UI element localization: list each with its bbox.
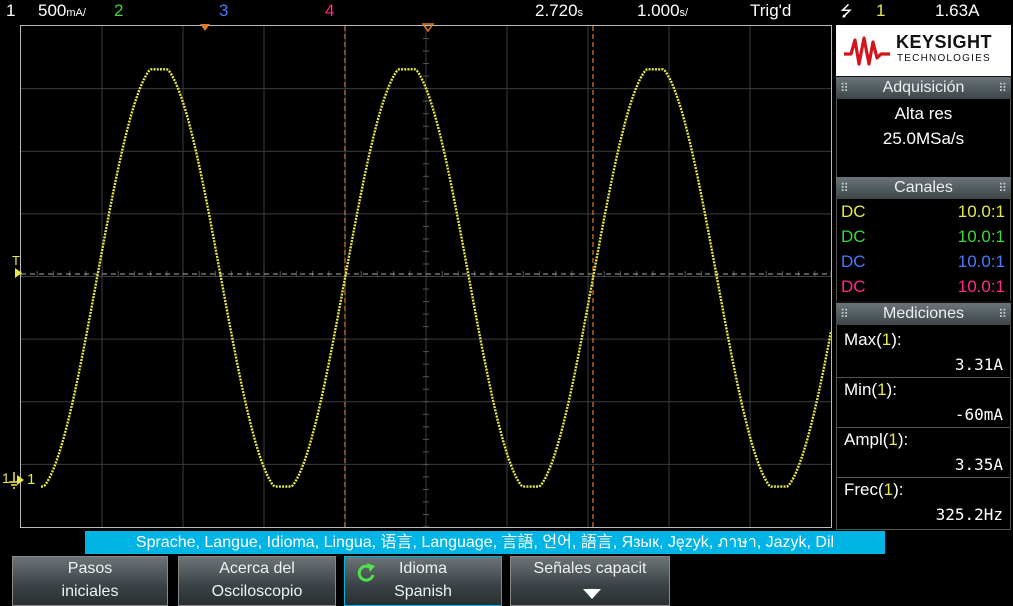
grip-icon: ⠿: [998, 181, 1007, 195]
ch1-probe: 10.0:1: [957, 202, 1005, 221]
softkey-label: Pasos: [67, 560, 113, 577]
channels-box: DC 10.0:1 DC 10.0:1 DC 10.0:1 DC 10.0:1: [836, 199, 1011, 301]
waveform-canvas: [21, 26, 831, 527]
ch3-probe: 10.0:1: [957, 252, 1005, 271]
softkey-label: Spanish: [394, 583, 452, 600]
softkey-getting-started[interactable]: Pasos iniciales: [12, 556, 168, 606]
measurements-box: Max(1): 3.31A Min(1): -60mA Ampl(1): 3.3…: [836, 325, 1011, 530]
softkey-label: Osciloscopio: [211, 583, 303, 600]
ch1-coupling: DC: [841, 202, 866, 221]
measurement-label-freq: Frec(1):: [844, 480, 904, 499]
sample-rate: 25.0MSa/s: [882, 129, 965, 148]
softkey-about-oscilloscope[interactable]: Acerca del Osciloscopio: [178, 556, 336, 606]
trigger-level-arrow-icon[interactable]: [14, 267, 24, 279]
graticule: [21, 26, 831, 527]
trigger-source[interactable]: 1: [876, 1, 885, 21]
softkey-label: Señales capacit: [533, 560, 647, 577]
time-reference-marker[interactable]: [418, 22, 438, 34]
ch4-coupling: DC: [841, 277, 866, 296]
measurement-label-max: Max(1):: [844, 330, 902, 349]
acquisition-header[interactable]: ⠿ Adquisición ⠿: [836, 77, 1011, 99]
measurement-value-max: 3.31A: [954, 355, 1003, 374]
trigger-edge-icon: ⭍: [840, 3, 853, 20]
language-banner: Sprache, Langue, Idioma, Lingua, 语言, Lan…: [85, 531, 885, 554]
channels-header[interactable]: ⠿ Canales ⠿: [836, 177, 1011, 199]
trigger-level[interactable]: 1.63A: [935, 1, 979, 21]
trigger-level-label: T: [12, 253, 20, 268]
brand-subtitle: TECHNOLOGIES: [897, 53, 991, 64]
timebase-unit: s/: [679, 7, 689, 19]
softkey-label: Acerca del: [219, 560, 295, 577]
grip-icon: ⠿: [998, 81, 1007, 95]
grip-icon: ⠿: [840, 181, 849, 195]
keysight-wave-icon: [844, 36, 890, 66]
ch2-coupling: DC: [841, 227, 866, 246]
ch4-number[interactable]: 4: [325, 1, 334, 21]
status-bar: 1 500mA/ 2 3 4 2.720s 1.000s/ Trig'd ⭍ 1…: [0, 0, 1013, 24]
ch1-number[interactable]: 1: [6, 1, 15, 21]
measurement-value-freq: 325.2Hz: [935, 505, 1003, 524]
measurement-label-ampl: Ampl(1):: [844, 430, 909, 449]
grip-icon: ⠿: [840, 81, 849, 95]
grip-icon: ⠿: [840, 307, 849, 321]
ch1-scale-unit: mA/: [66, 7, 86, 19]
measurement-value-min: -60mA: [954, 405, 1003, 424]
delay-unit: s: [577, 7, 584, 19]
trigger-status: Trig'd: [750, 1, 792, 20]
horizontal-delay[interactable]: 2.720s: [535, 1, 583, 21]
acquisition-mode: Alta res: [894, 104, 953, 123]
ch1-waveform: [41, 68, 831, 488]
timebase-value: 1.000: [637, 1, 680, 20]
softkey-training-signals[interactable]: Señales capacit: [510, 556, 670, 606]
channels-title: Canales: [894, 179, 953, 196]
ch1-scale-value: 500: [38, 1, 67, 20]
softkey-label: iniciales: [61, 583, 119, 600]
grip-icon: ⠿: [998, 307, 1007, 321]
measurement-label-min: Min(1):: [844, 380, 897, 399]
timebase[interactable]: 1.000s/: [637, 1, 688, 21]
ch3-number[interactable]: 3: [219, 1, 228, 21]
trigger-position-marker[interactable]: [195, 22, 215, 34]
delay-value: 2.720: [535, 1, 578, 20]
measurements-title: Mediciones: [883, 305, 964, 322]
acquisition-title: Adquisición: [882, 79, 965, 96]
measurements-header[interactable]: ⠿ Mediciones ⠿: [836, 303, 1011, 325]
down-arrow-icon: [583, 589, 601, 599]
side-panel: KEYSIGHT TECHNOLOGIES ⠿ Adquisición ⠿ Al…: [836, 25, 1011, 530]
ch1-offset-arrow-icon[interactable]: [16, 474, 26, 486]
ch2-probe: 10.0:1: [957, 227, 1005, 246]
ch1-marker: 1: [27, 471, 36, 488]
ch3-coupling: DC: [841, 252, 866, 271]
ch2-number[interactable]: 2: [114, 1, 123, 21]
softkey-label: Idioma: [398, 560, 448, 577]
brand-logo: KEYSIGHT TECHNOLOGIES: [836, 25, 1011, 76]
softkey-language[interactable]: Idioma Spanish: [344, 556, 502, 606]
brand-name: KEYSIGHT: [896, 32, 993, 52]
ch4-probe: 10.0:1: [957, 277, 1005, 296]
measurement-value-ampl: 3.35A: [954, 455, 1003, 474]
ch1-scale[interactable]: 500mA/: [38, 1, 86, 21]
